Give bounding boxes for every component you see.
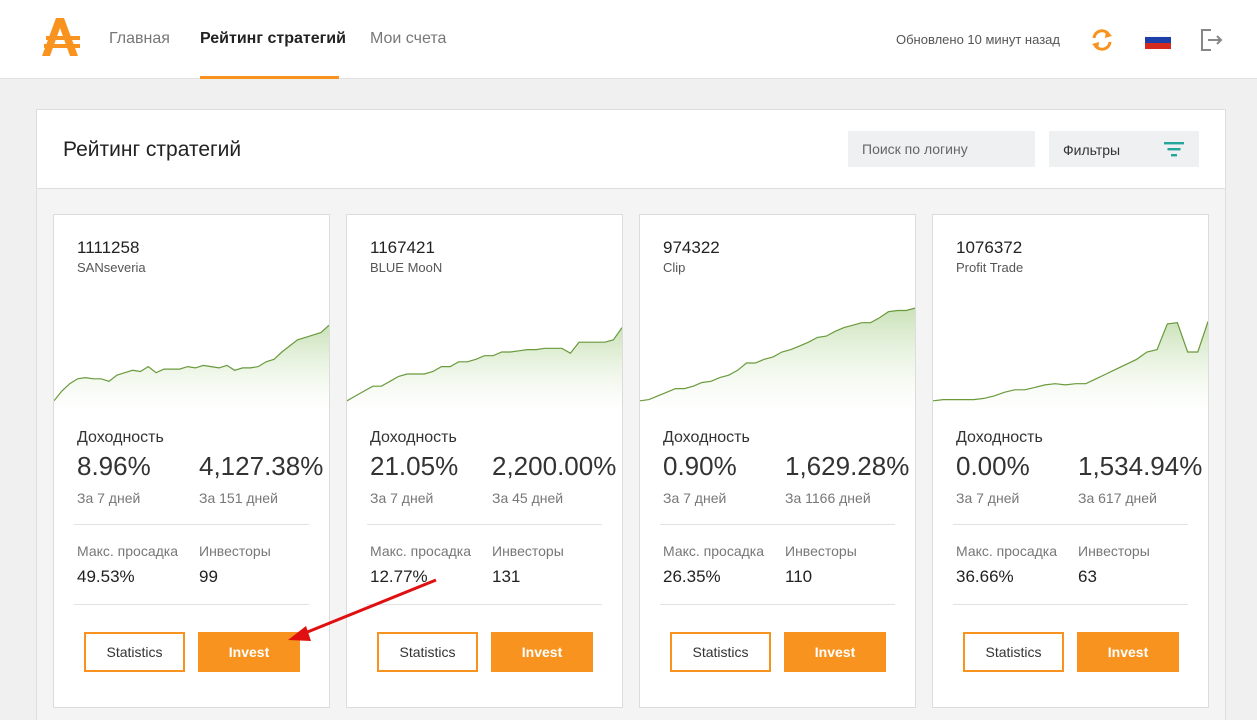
yield-total-value: 1,534.94%: [1078, 451, 1203, 481]
invest-button[interactable]: Invest: [491, 632, 593, 672]
nav-item-my-accounts[interactable]: Мои счета: [370, 30, 446, 48]
equity-chart: [54, 324, 329, 413]
drawdown-label: Макс. просадка: [77, 543, 178, 559]
divider: [953, 524, 1188, 525]
strategy-card: 1111258 SANseveria Доходность 8.96% 4,12…: [53, 214, 330, 708]
yield-label: Доходность: [370, 429, 457, 446]
invest-button[interactable]: Invest: [198, 632, 300, 672]
equity-area: [640, 308, 915, 413]
drawdown-value: 26.35%: [663, 567, 721, 586]
account-name: Clip: [663, 260, 686, 275]
period-total-label: За 45 дней: [492, 490, 564, 506]
equity-chart: [933, 321, 1208, 413]
strategy-card: 1076372 Profit Trade Доходность 0.00% 1,…: [932, 214, 1209, 708]
yield-total-value: 1,629.28%: [785, 451, 910, 481]
investors-label: Инвесторы: [199, 543, 271, 559]
period-7d-label: За 7 дней: [956, 490, 1020, 506]
account-name: Profit Trade: [956, 260, 1024, 275]
search-input[interactable]: [848, 131, 1035, 167]
equity-chart: [347, 327, 622, 413]
statistics-button[interactable]: Statistics: [670, 632, 771, 672]
yield-total-value: 4,127.38%: [199, 451, 324, 481]
yield-7d-value: 8.96%: [77, 451, 151, 481]
divider: [953, 604, 1188, 605]
divider: [660, 604, 895, 605]
filters-label: Фильтры: [1063, 142, 1121, 158]
yield-label: Доходность: [77, 429, 164, 446]
yield-7d-value: 0.90%: [663, 451, 737, 481]
divider: [74, 604, 309, 605]
equity-area: [54, 325, 329, 413]
yield-7d-value: 21.05%: [370, 451, 459, 481]
invest-button[interactable]: Invest: [1077, 632, 1179, 672]
nav-item-home[interactable]: Главная: [109, 30, 170, 48]
divider: [660, 524, 895, 525]
flag-ru-icon[interactable]: [1145, 31, 1171, 49]
account-number: 1111258: [77, 238, 140, 257]
investors-value: 110: [785, 567, 813, 586]
filter-icon: [1164, 142, 1184, 157]
period-7d-label: За 7 дней: [663, 490, 727, 506]
yield-7d-value: 0.00%: [956, 451, 1030, 481]
drawdown-label: Макс. просадка: [663, 543, 764, 559]
period-total-label: За 1166 дней: [785, 490, 871, 506]
page-title: Рейтинг стратегий: [63, 138, 242, 161]
yield-label: Доходность: [663, 429, 750, 446]
account-name: SANseveria: [77, 260, 146, 275]
statistics-button[interactable]: Statistics: [84, 632, 185, 672]
refresh-icon[interactable]: [1089, 27, 1115, 53]
updated-status: Обновлено 10 минут назад: [896, 32, 1060, 47]
period-total-label: За 617 дней: [1078, 490, 1157, 506]
investors-value: 131: [492, 567, 521, 586]
equity-area: [347, 327, 622, 413]
divider: [74, 524, 309, 525]
yield-total-value: 2,200.00%: [492, 451, 617, 481]
top-navbar: Главная Рейтинг стратегий Мои счета Обно…: [0, 0, 1257, 79]
active-tab-indicator: [200, 76, 339, 79]
divider: [367, 604, 602, 605]
drawdown-label: Макс. просадка: [370, 543, 471, 559]
investors-label: Инвесторы: [1078, 543, 1150, 559]
investors-label: Инвесторы: [492, 543, 564, 559]
account-number: 1167421: [370, 238, 435, 257]
statistics-button[interactable]: Statistics: [377, 632, 478, 672]
drawdown-value: 12.77%: [370, 567, 428, 586]
equity-chart: [640, 307, 915, 413]
period-total-label: За 151 дней: [199, 490, 278, 506]
investors-value: 99: [199, 567, 218, 586]
yield-label: Доходность: [956, 429, 1043, 446]
strategy-card: 974322 Clip Доходность 0.90% 1,629.28% З…: [639, 214, 916, 708]
statistics-button[interactable]: Statistics: [963, 632, 1064, 672]
account-name: BLUE MooN: [370, 260, 443, 275]
period-7d-label: За 7 дней: [370, 490, 434, 506]
investors-value: 63: [1078, 567, 1097, 586]
account-number: 1076372: [956, 238, 1023, 257]
period-7d-label: За 7 дней: [77, 490, 141, 506]
invest-button[interactable]: Invest: [784, 632, 886, 672]
strategy-card: 1167421 BLUE MooN Доходность 21.05% 2,20…: [346, 214, 623, 708]
nav-item-strategy-rating[interactable]: Рейтинг стратегий: [200, 30, 346, 48]
logout-icon[interactable]: [1199, 27, 1225, 53]
account-number: 974322: [663, 238, 720, 257]
drawdown-value: 49.53%: [77, 567, 135, 586]
divider: [367, 524, 602, 525]
filters-button[interactable]: Фильтры: [1049, 131, 1199, 167]
logo[interactable]: [38, 16, 82, 56]
investors-label: Инвесторы: [785, 543, 857, 559]
drawdown-label: Макс. просадка: [956, 543, 1057, 559]
drawdown-value: 36.66%: [956, 567, 1014, 586]
panel-header: Рейтинг стратегий Фильтры: [37, 110, 1225, 189]
